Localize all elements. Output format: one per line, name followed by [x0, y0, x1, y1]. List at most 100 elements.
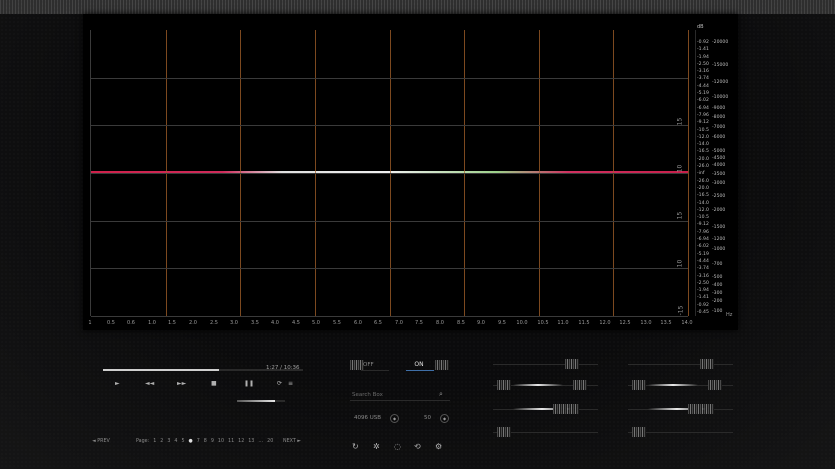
x-tick-label: 4.0 — [271, 320, 279, 326]
db-scale-label: -1.41 — [697, 295, 709, 301]
x-tick-label: 1.0 — [148, 320, 156, 326]
device-select[interactable]: 4096 USB — [354, 415, 381, 421]
spectrum-plot[interactable] — [90, 30, 689, 317]
page-number[interactable]: 11 — [228, 439, 234, 444]
db-scale-label: -6.02 — [697, 98, 709, 104]
db-scale-label: -14.0 — [697, 142, 709, 148]
next-button[interactable]: NEXT ► — [283, 439, 301, 444]
slider-handle[interactable] — [632, 427, 646, 437]
page-number[interactable]: 13 — [248, 439, 254, 444]
db-scale-label: -4.44 — [697, 258, 709, 264]
slider-track[interactable] — [628, 364, 733, 365]
slider-handle[interactable] — [632, 380, 646, 390]
page-ellipsis: … — [258, 439, 264, 444]
reload-icon[interactable]: ◌ — [394, 442, 401, 451]
play-button[interactable]: ► — [115, 380, 120, 387]
x-tick-label: 12.5 — [619, 320, 631, 326]
stop-button[interactable]: ■ — [211, 380, 217, 387]
db-scale-label: -16.5 — [697, 193, 709, 199]
toggle-off[interactable]: OFF — [363, 362, 374, 368]
settings-icon[interactable]: ⚙ — [435, 442, 442, 451]
volume-fill — [237, 400, 275, 402]
slider-handle[interactable] — [553, 404, 567, 414]
slider-handle[interactable] — [497, 380, 511, 390]
search-icon[interactable]: ⌕ — [439, 390, 443, 399]
db-scale-label: -9.12 — [697, 120, 709, 126]
db-scale-label: -4.44 — [697, 83, 709, 89]
slider-track[interactable] — [493, 364, 598, 365]
page-number[interactable]: 7 — [197, 439, 200, 444]
page-number[interactable]: 9 — [211, 439, 214, 444]
rewind-button[interactable]: ◄◄ — [145, 380, 154, 387]
x-tick-label: 11.5 — [578, 320, 590, 326]
page-number[interactable]: 4 — [174, 439, 177, 444]
db-scale-label: -9.12 — [697, 222, 709, 228]
refresh-icon[interactable]: ↻ — [352, 442, 359, 451]
page-label: Page: — [136, 439, 150, 444]
x-tick-label: 11.0 — [557, 320, 569, 326]
hz-scale-label: -2000 — [712, 208, 726, 213]
db-scale-label: -12.0 — [697, 134, 709, 140]
slider-handle[interactable] — [700, 359, 714, 369]
hz-scale-label: -1000 — [712, 247, 726, 252]
db-scale-label: -5.19 — [697, 91, 709, 97]
x-tick-label: 5.0 — [312, 320, 320, 326]
fast-forward-button[interactable]: ►► — [177, 380, 186, 387]
hz-scale-label: -2500 — [712, 194, 726, 199]
page-number[interactable]: 1 — [153, 439, 156, 444]
toggle-on[interactable]: ON — [408, 361, 430, 368]
slider-handle[interactable] — [708, 380, 722, 390]
hz-scale-label: -1500 — [712, 225, 726, 230]
hz-scale-label: -700 — [712, 262, 723, 267]
db-scale-label: -3.16 — [697, 69, 709, 75]
switch-left[interactable] — [350, 360, 364, 370]
db-scale-label: -inf — [697, 171, 705, 177]
gear-icon[interactable]: ✲ — [373, 442, 380, 451]
hz-scale-label: -10000 — [712, 95, 729, 100]
page-number[interactable]: 5 — [181, 439, 184, 444]
page-number[interactable]: ● — [189, 439, 193, 444]
search-input[interactable]: Search Box — [352, 392, 383, 398]
db-scale-label: -1.41 — [697, 47, 709, 53]
pause-button[interactable]: ❚❚ — [244, 380, 254, 387]
switch-right[interactable] — [435, 360, 449, 370]
db-scale-label: -3.16 — [697, 273, 709, 279]
device-spin-icon[interactable]: ◆ — [390, 414, 399, 423]
db-scale-label: -0.92 — [697, 40, 709, 45]
repeat-button[interactable]: ⟳ — [277, 380, 282, 387]
value-select[interactable]: 50 — [424, 415, 431, 421]
db-unit-label: dB — [697, 24, 704, 30]
db-scale-label: -1.94 — [697, 54, 709, 60]
value-spin-icon[interactable]: ◆ — [440, 414, 449, 423]
db-scale-label: -16.5 — [697, 149, 709, 155]
hz-scale-label: -100 — [712, 309, 723, 314]
page-number[interactable]: 8 — [204, 439, 207, 444]
x-axis: 1 0.5 0.6 1.0 1.5 2.0 2.5 3.0 3.5 4.0 4.5 5.0 5.5 6.0… — [88, 318, 692, 328]
x-tick-label: 2.0 — [189, 320, 197, 326]
hz-scale-label: -1200 — [712, 237, 726, 242]
db-scale-label: -12.0 — [697, 207, 709, 213]
grid-hline — [91, 268, 688, 269]
db-scale-label: -6.02 — [697, 244, 709, 250]
db-scale-label: -5.19 — [697, 251, 709, 257]
hz-scale-label: -3500 — [712, 172, 726, 177]
db-side-label: 10 — [676, 259, 684, 268]
page-number[interactable]: 12 — [238, 439, 244, 444]
slider-handle[interactable] — [497, 427, 511, 437]
slider-handle[interactable] — [565, 359, 579, 369]
playlist-button[interactable]: ≡ — [288, 380, 293, 387]
sync-icon[interactable]: ⟲ — [414, 442, 421, 451]
page-number[interactable]: 10 — [218, 439, 224, 444]
db-scale-label: -6.94 — [697, 105, 709, 111]
x-tick-label: 3.5 — [251, 320, 259, 326]
page-number[interactable]: 3 — [167, 439, 170, 444]
slider-handle[interactable] — [688, 404, 702, 414]
x-tick-label: 5.5 — [333, 320, 341, 326]
x-tick-label: 13.0 — [640, 320, 652, 326]
prev-button[interactable]: ◄ PREV — [92, 439, 110, 444]
page-last[interactable]: 20 — [267, 439, 273, 444]
slider-handle[interactable] — [573, 380, 587, 390]
hz-scale-label: -7000 — [712, 125, 726, 130]
x-tick-label: 1.5 — [168, 320, 176, 326]
page-number[interactable]: 2 — [160, 439, 163, 444]
